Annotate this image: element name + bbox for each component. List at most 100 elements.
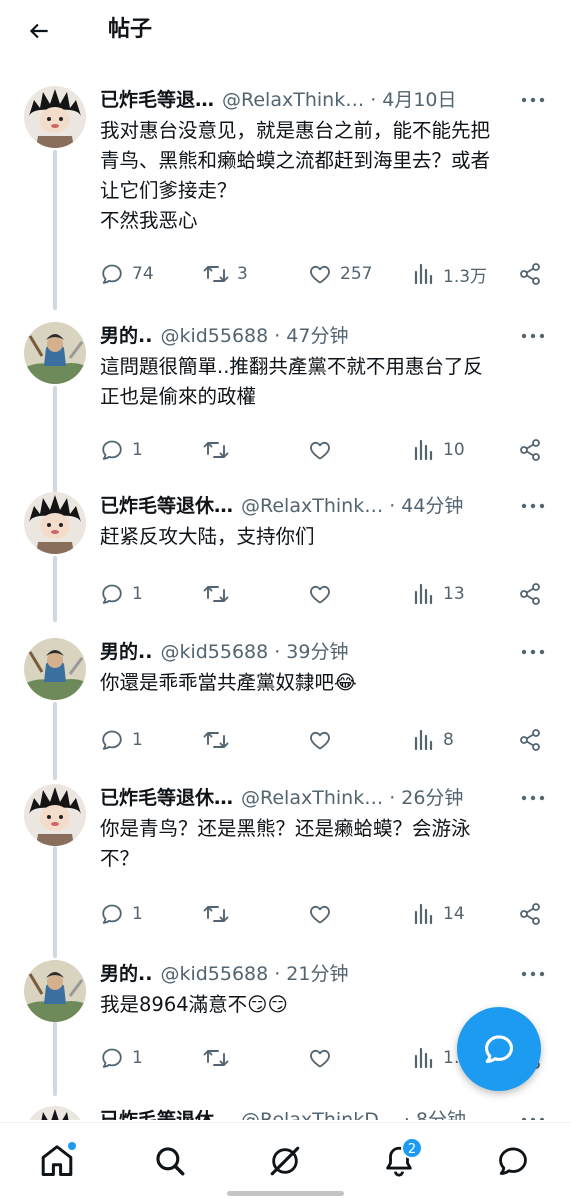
nav-grok[interactable]	[261, 1137, 309, 1185]
like-button[interactable]	[308, 724, 340, 756]
author-handle[interactable]: @RelaxThinkD…	[241, 1109, 398, 1120]
post-time[interactable]: 47分钟	[286, 325, 348, 347]
author-handle[interactable]: @kid55688	[160, 325, 268, 347]
repost-button[interactable]: 3	[203, 258, 248, 290]
views-button[interactable]: 13	[413, 578, 465, 610]
reply-button[interactable]: 74	[100, 258, 154, 290]
search-icon	[156, 1147, 185, 1176]
reply-button[interactable]: 1	[100, 434, 143, 466]
avatar[interactable]	[24, 960, 86, 1022]
like-button[interactable]	[308, 1042, 340, 1074]
more-button[interactable]	[519, 640, 547, 664]
post[interactable]: 已炸毛等退休… @RelaxThink… · 44分钟 赶紧反攻大陆，支持你们 1 1…	[0, 476, 571, 622]
views-button[interactable]: 1.3万	[413, 258, 487, 290]
share-button[interactable]	[518, 578, 542, 610]
share-button[interactable]	[518, 434, 542, 466]
share-button[interactable]	[518, 898, 542, 930]
view-count: 8	[443, 730, 454, 750]
reply-button[interactable]: 1	[100, 578, 143, 610]
post-time[interactable]: 8分钟	[416, 1109, 466, 1120]
compose-reply-icon	[484, 1035, 514, 1064]
views-button[interactable]: 10	[413, 434, 465, 466]
author-handle[interactable]: @kid55688	[160, 963, 268, 985]
reply-button[interactable]: 1	[100, 1042, 143, 1074]
share-button[interactable]	[518, 258, 542, 290]
avatar[interactable]	[24, 492, 86, 554]
repost-button[interactable]	[203, 1042, 237, 1074]
repost-button[interactable]	[203, 724, 237, 756]
author-name[interactable]: 已炸毛等退…	[100, 89, 214, 111]
post[interactable]: 男的.. @kid55688 · 47分钟 這問題很簡單..推翻共產黨不就不用惠台了反…	[0, 306, 571, 476]
post-text: 我对惠台没意见，就是惠台之前，能不能先把 青鸟、黑熊和癞蛤蟆之流都赶到海里去？或…	[100, 119, 491, 232]
nav-search[interactable]	[146, 1137, 194, 1185]
post[interactable]: 男的.. @kid55688 · 39分钟 你還是乖乖當共產黨奴隸吧😂 1 8	[0, 622, 571, 768]
more-horizontal-icon	[521, 649, 545, 655]
author-name[interactable]: 已炸毛等退休…	[100, 787, 233, 809]
share-button[interactable]	[518, 724, 542, 756]
views-icon	[414, 263, 433, 285]
like-button[interactable]	[308, 434, 340, 466]
unread-dot	[67, 1141, 77, 1151]
like-button[interactable]	[308, 898, 340, 930]
top-bar: 帖子	[0, 0, 571, 60]
post-time[interactable]: 26分钟	[401, 787, 463, 809]
avatar[interactable]	[24, 322, 86, 384]
like-button[interactable]: 257	[308, 258, 372, 290]
post-meta: 男的.. @kid55688 · 21分钟	[100, 963, 349, 985]
author-handle[interactable]: @kid55688	[160, 641, 268, 663]
more-button[interactable]	[519, 88, 547, 112]
views-button[interactable]: 14	[413, 898, 465, 930]
like-button[interactable]	[308, 578, 340, 610]
author-name[interactable]: 男的..	[100, 641, 152, 663]
repost-button[interactable]	[203, 434, 237, 466]
reply-count: 1	[132, 440, 143, 460]
reply-button[interactable]: 1	[100, 898, 143, 930]
share-icon	[520, 903, 540, 925]
author-name[interactable]: 已炸毛等退休…	[100, 495, 233, 517]
arrow-left-icon	[29, 23, 48, 39]
post-time[interactable]: 44分钟	[401, 495, 463, 517]
more-button[interactable]	[519, 324, 547, 348]
author-handle[interactable]: @RelaxThink…	[241, 495, 383, 517]
author-handle[interactable]: @RelaxThink…	[222, 89, 364, 111]
reply-icon	[102, 904, 122, 924]
repost-button[interactable]	[203, 898, 237, 930]
author-name[interactable]: 男的..	[100, 325, 152, 347]
views-icon	[414, 439, 433, 461]
avatar[interactable]	[24, 784, 86, 846]
post-meta: 已炸毛等退休… @RelaxThinkD… · 8分钟	[100, 1106, 547, 1120]
more-button[interactable]	[519, 494, 547, 518]
repost-button[interactable]	[203, 578, 237, 610]
view-count: 10	[443, 440, 465, 460]
post[interactable]: 已炸毛等退… @RelaxThink… · 4月10日 我对惠台没意见，就是惠台之前，…	[0, 70, 571, 314]
avatar[interactable]	[24, 86, 86, 148]
avatar[interactable]	[24, 1106, 86, 1120]
nav-home[interactable]	[33, 1137, 81, 1185]
post-text: 你是青鸟？还是黑熊？还是癞蛤蟆？会游泳 不？	[100, 817, 471, 870]
post[interactable]: 已炸毛等退休… @RelaxThinkD… · 8分钟	[0, 1090, 571, 1120]
thread-feed[interactable]: 已炸毛等退… @RelaxThink… · 4月10日 我对惠台没意见，就是惠台之前，…	[0, 70, 571, 1120]
author-name[interactable]: 男的..	[100, 963, 152, 985]
more-horizontal-icon	[521, 97, 545, 103]
more-button[interactable]	[519, 1108, 547, 1120]
reply-button[interactable]: 1	[100, 724, 143, 756]
more-button[interactable]	[519, 786, 547, 810]
avatar[interactable]	[24, 638, 86, 700]
heart-icon	[310, 905, 330, 924]
post-time[interactable]: 4月10日	[382, 89, 456, 111]
post-time[interactable]: 39分钟	[286, 641, 348, 663]
action-bar: 1 10	[100, 434, 550, 466]
back-button[interactable]	[22, 14, 56, 48]
nav-messages[interactable]	[489, 1137, 537, 1185]
post-text: 赶紧反攻大陆，支持你们	[100, 525, 315, 548]
post-meta: 已炸毛等退休… @RelaxThink… · 44分钟	[100, 495, 464, 517]
more-button[interactable]	[519, 962, 547, 986]
nav-notifications[interactable]: 2	[375, 1137, 423, 1185]
post-time[interactable]: 21分钟	[286, 963, 348, 985]
author-name[interactable]: 已炸毛等退休…	[100, 1109, 233, 1120]
views-button[interactable]: 8	[413, 724, 454, 756]
more-horizontal-icon	[521, 795, 545, 801]
post[interactable]: 已炸毛等退休… @RelaxThink… · 26分钟 你是青鸟？还是黑熊？还是癞蛤蟆…	[0, 768, 571, 944]
reply-fab-button[interactable]	[457, 1007, 541, 1091]
author-handle[interactable]: @RelaxThink…	[241, 787, 383, 809]
